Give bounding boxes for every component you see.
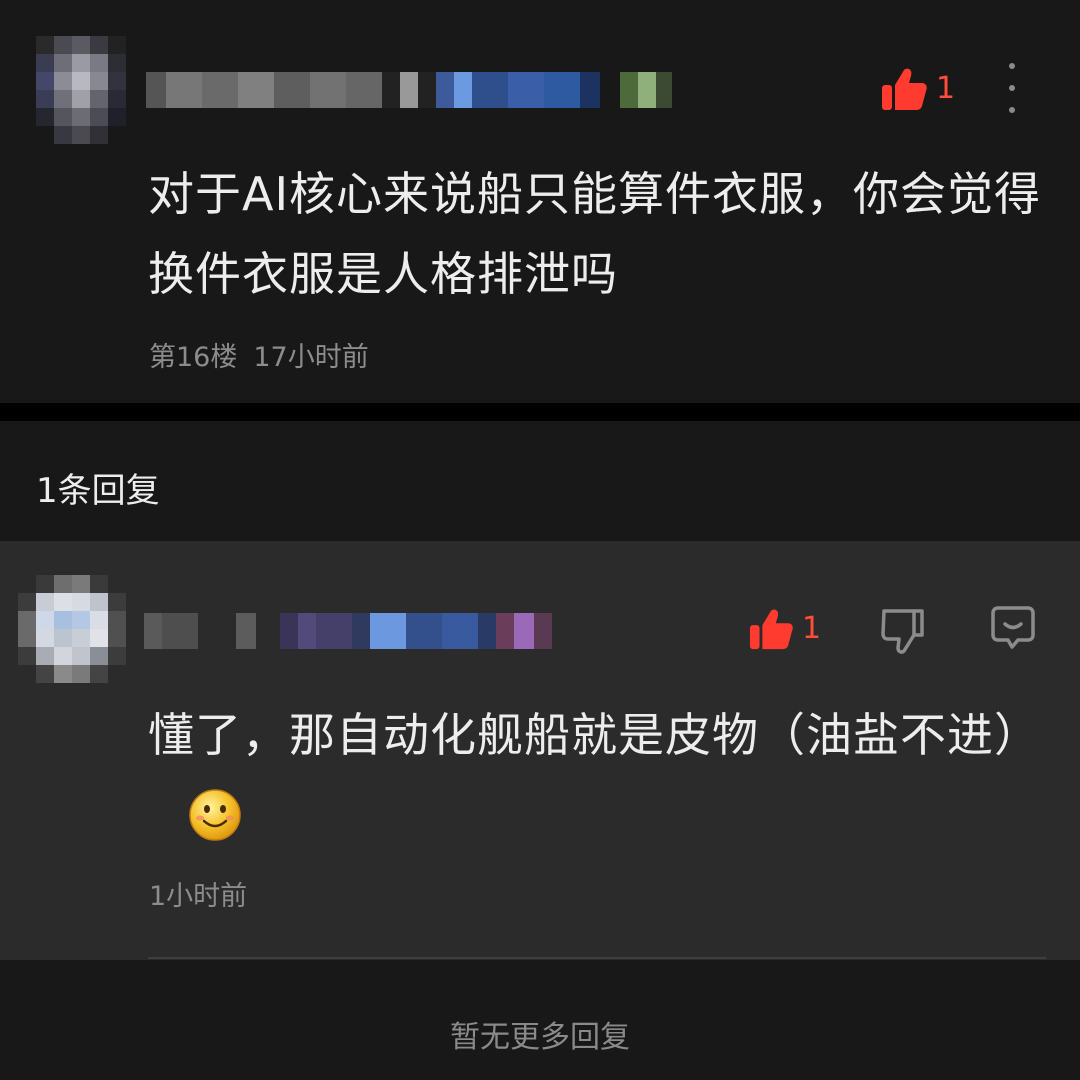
like-count: 1 (936, 71, 956, 106)
thumbs-down-icon (881, 609, 924, 654)
comment-time: 17小时前 (253, 342, 369, 373)
smiley-emoji-icon (189, 788, 241, 841)
reply-meta: 1小时前 (149, 874, 247, 913)
like-count: 1 (802, 611, 822, 646)
reply-time: 1小时前 (149, 881, 248, 912)
comment-bubble-icon (991, 606, 1035, 649)
reply-text-body: 懂了，那自动化舰船就是皮物（油盐不进） (148, 708, 1041, 762)
reply-button[interactable] (990, 605, 1036, 655)
comment-meta: 第16楼 17小时前 (149, 335, 369, 374)
like-button[interactable]: 1 (748, 607, 821, 651)
thumbs-up-icon (882, 68, 927, 110)
replies-header: 1条回复 (0, 421, 1080, 541)
section-divider (0, 403, 1080, 421)
dislike-button[interactable] (880, 607, 926, 659)
comment-text: 对于AI核心来说船只能算件衣服，你会觉得换件衣服是人格排泄吗 (148, 167, 1042, 301)
more-vertical-icon[interactable] (997, 63, 1027, 113)
divider (148, 957, 1046, 959)
avatar[interactable] (18, 575, 126, 683)
reply-text: 懂了，那自动化舰船就是皮物（油盐不进） (148, 695, 1048, 855)
reply-count-label: 1条回复 (36, 471, 160, 511)
floor-number: 第16楼 (149, 342, 238, 373)
footer: 暂无更多回复 (0, 960, 1080, 1080)
avatar[interactable] (36, 36, 126, 144)
thumbs-up-icon (749, 609, 793, 650)
username-blurred[interactable] (146, 72, 672, 108)
no-more-replies-label: 暂无更多回复 (450, 1020, 630, 1055)
username-blurred[interactable] (144, 613, 552, 649)
reply-card: 1 懂了，那自动化舰船就是皮物（油盐不进） 1小时前 (0, 541, 1080, 960)
comment-card: 1 对于AI核心来说船只能算件衣服，你会觉得换件衣服是人格排泄吗 第16楼 17小… (0, 0, 1080, 403)
like-button[interactable]: 1 (880, 66, 955, 112)
